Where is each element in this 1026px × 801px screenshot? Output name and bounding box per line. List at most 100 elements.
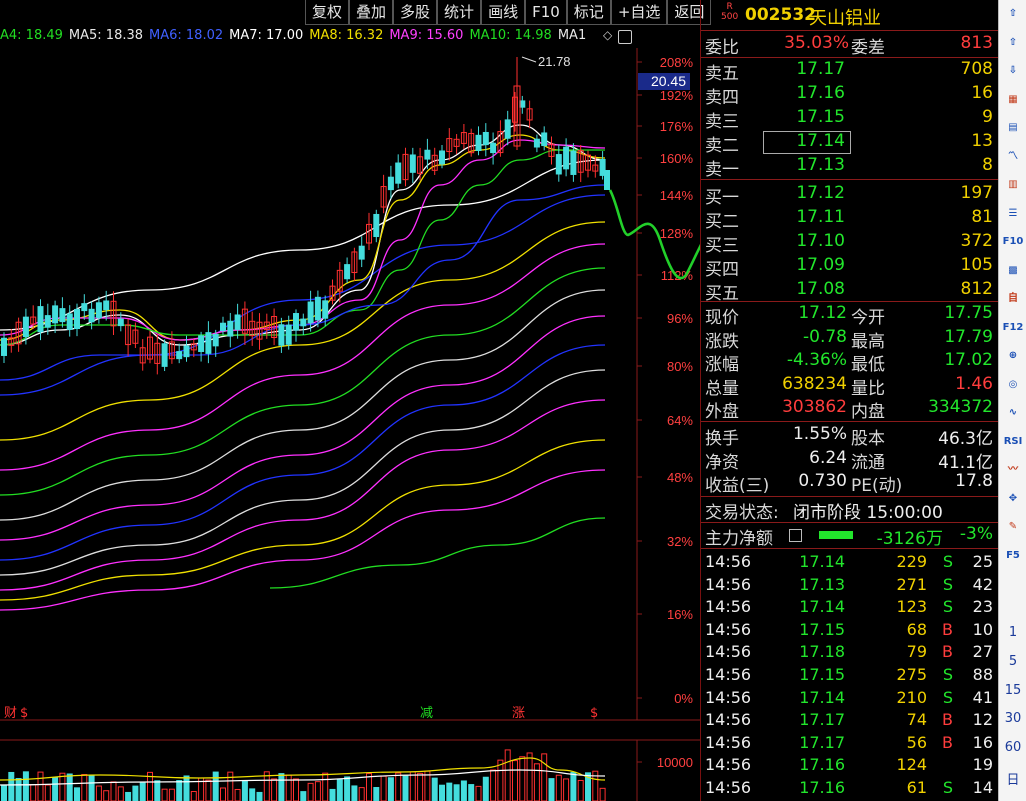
level-price: 17.17 [796,59,845,79]
candle-body [234,314,241,330]
kline-chart[interactable]: 208%192%176%160%144%128%112%96%80%64%48%… [0,0,700,801]
list-icon[interactable]: ☰ [1001,203,1025,225]
list-icon[interactable] [789,529,802,542]
line-chart-icon[interactable]: 〽 [1001,146,1025,168]
period-60[interactable]: 60 [999,740,1026,755]
volume-bar [125,791,132,801]
event-marker[interactable]: 减 [420,706,433,721]
candle-body [307,301,314,324]
bars-icon[interactable]: ▦ [1001,89,1025,111]
toolbar-item-2[interactable]: 多股 [393,0,438,25]
current-price-text: 20.45 [651,73,686,89]
event-marker[interactable]: 涨 [512,706,525,721]
trade-side: S [942,552,953,571]
sell-row-4[interactable]: 卖一 17.13 8 [701,155,998,180]
fund-label: PE(动) [851,476,903,496]
candle-body [66,313,73,330]
weibi-row: 委比 35.03% 委差 813 [705,33,993,58]
stat-value: 17.12 [798,303,847,323]
trade-volume: 79 [906,642,927,662]
trade-count: 25 [972,552,993,571]
period-30[interactable]: 30 [999,711,1026,726]
candle-body [81,303,88,312]
price-axis-label: 32% [667,534,693,549]
ma-curve [0,194,606,396]
fund-row-0: 换手 1.55% 股本 46.3亿 [701,424,998,449]
buy-row-3[interactable]: 买四 17.09 105 [701,255,998,280]
trade-count: 12 [972,710,993,730]
down-arrow-icon[interactable]: ⇩ [1001,60,1025,82]
trade-time: 14:56 [705,755,752,775]
stat-row-2: 涨幅 -4.36% 最低 17.02 [701,350,998,375]
toolbar-item-6[interactable]: 标记 [566,0,611,25]
grid-icon[interactable]: ▩ [1001,260,1025,282]
diamond-icon[interactable]: ◇ [603,28,612,42]
candle-body [176,351,183,360]
candle-body [278,324,285,346]
level-volume: 9 [982,107,993,127]
trade-side: B [942,642,953,662]
wave-icon[interactable]: ∿ [1001,402,1025,424]
volume-bar [453,784,460,801]
up-arrow-icon[interactable]: ⇧ [1001,3,1025,25]
period-5[interactable]: 5 [999,654,1026,669]
toolbar-item-3[interactable]: 统计 [437,0,482,25]
period-1[interactable]: 1 [999,625,1026,640]
buy-row-4[interactable]: 买五 17.08 812 [701,279,998,304]
zoom-icon[interactable]: ⊕ [1001,345,1025,367]
event-marker[interactable]: $ [20,706,28,721]
volume-bar [66,773,73,801]
move-icon[interactable]: ✥ [1001,488,1025,510]
candle-body [358,245,365,260]
toolbar-item-1[interactable]: 叠加 [349,0,394,25]
volume-bar [59,772,66,801]
trade-price: 17.16 [799,778,845,797]
rsi-icon[interactable]: RSI [1001,431,1025,453]
price-axis-label: 192% [660,88,694,103]
buy-row-1[interactable]: 买二 17.11 81 [701,207,998,232]
f5-icon[interactable]: F5 [1001,545,1025,567]
candle-body [563,146,570,170]
event-marker[interactable]: 财 [4,706,17,721]
ma-curve [0,315,606,541]
period-15[interactable]: 15 [999,683,1026,698]
trade-row: 14:56 17.17 56 B 16 [701,733,998,755]
candle-body [555,154,562,175]
volume-bar [74,787,80,801]
toolbar-item-7[interactable]: +自选 [610,0,668,25]
chart-settings-icon[interactable] [618,30,632,44]
circle-icon[interactable]: ◎ [1001,374,1025,396]
toolbar-item-4[interactable]: 画线 [481,0,526,25]
event-marker[interactable]: $ [590,706,598,721]
level-price: 17.08 [796,279,845,299]
level-volume: 81 [971,207,993,227]
sell-row-0[interactable]: 卖五 17.17 708 [701,59,998,84]
price-axis-label: 160% [660,151,694,166]
sell-row-2[interactable]: 卖三 17.15 9 [701,107,998,132]
self-icon[interactable]: 自 [1001,288,1025,310]
stat-value: 1.46 [955,373,993,394]
curve-icon[interactable]: 〰 [1001,459,1025,481]
f12-icon[interactable]: F12 [1001,317,1025,339]
volume-bar [307,782,314,801]
boxes-icon[interactable]: ▤ [1001,117,1025,139]
toolbar-item-5[interactable]: F10 [525,0,567,25]
trade-count: 14 [972,778,993,797]
volume-bar [446,782,453,801]
sell-row-3[interactable]: 卖二 17.14 13 [701,131,998,156]
pen-icon[interactable]: ✎ [1001,516,1025,538]
buy-row-2[interactable]: 买三 17.10 372 [701,231,998,256]
up-arrow-icon[interactable]: ⇧ [1001,32,1025,54]
sell-row-1[interactable]: 卖四 17.16 16 [701,83,998,108]
period-日[interactable]: 日 [999,769,1026,788]
toolbar-item-0[interactable]: 复权 [305,0,350,25]
candle-icon[interactable]: ▥ [1001,174,1025,196]
trade-count: 41 [972,687,993,707]
stat-value: -0.78 [803,326,847,347]
buy-row-0[interactable]: 买一 17.12 197 [701,183,998,208]
candle-body [344,264,351,280]
price-axis-label: 128% [660,226,694,241]
trade-time: 14:56 [705,574,752,594]
f10-icon[interactable]: F10 [1001,231,1025,253]
volume-bar [234,788,241,801]
